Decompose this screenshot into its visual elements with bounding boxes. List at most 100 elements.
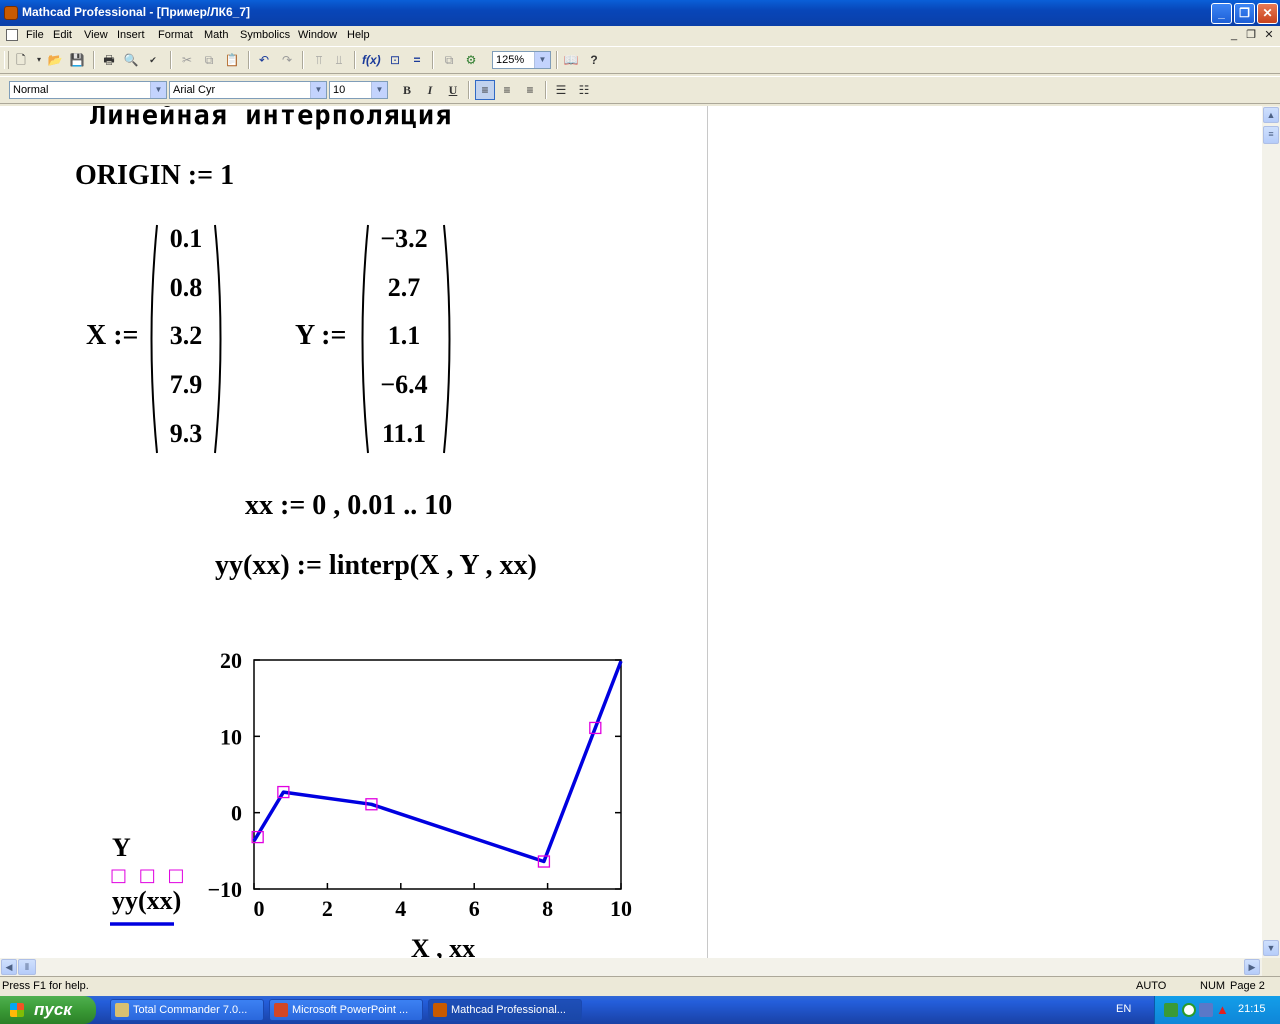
tray-status-icon[interactable] <box>1182 1003 1196 1017</box>
function-definition[interactable]: yy(xx) := linterp(X , Y , xx) <box>215 550 537 582</box>
y-value[interactable]: 11.1 <box>369 419 439 449</box>
bullets-icon[interactable]: ☰ <box>552 81 570 99</box>
y-value[interactable]: 2.7 <box>369 273 439 303</box>
minimize-button[interactable]: _ <box>1211 3 1232 24</box>
x-value[interactable]: 3.2 <box>151 321 221 351</box>
y-value[interactable]: −3.2 <box>369 224 439 254</box>
safely-remove-icon[interactable]: ▲ <box>1216 1003 1229 1017</box>
menu-file[interactable]: File <box>26 29 44 41</box>
menu-math[interactable]: Math <box>204 29 228 41</box>
numbering-icon[interactable]: ☷ <box>575 81 593 99</box>
legend-marker-sample: □ □ □ <box>110 865 187 886</box>
x-value[interactable]: 0.8 <box>151 273 221 303</box>
paste-icon[interactable]: 📋 <box>223 51 241 69</box>
insert-unit-icon[interactable]: ⊡ <box>386 51 404 69</box>
cut-icon[interactable]: ✂ <box>178 51 196 69</box>
doc-close-icon[interactable]: ✕ <box>1262 29 1276 42</box>
new-document-icon[interactable]: 🗋 <box>12 51 30 69</box>
x-value[interactable]: 9.3 <box>151 419 221 449</box>
underline-button[interactable]: U <box>444 81 462 99</box>
x-value[interactable]: 7.9 <box>151 370 221 400</box>
tray-app-icon[interactable] <box>1164 1003 1178 1017</box>
y-vector-label[interactable]: Y := <box>295 320 346 352</box>
mathcad-app-icon[interactable] <box>4 6 18 20</box>
insert-function-icon[interactable]: f(x) <box>362 51 381 69</box>
scroll-left-icon[interactable]: ◀ <box>1 959 17 975</box>
y-value[interactable]: 1.1 <box>369 321 439 351</box>
document-icon[interactable] <box>6 29 18 41</box>
chevron-down-icon[interactable]: ▼ <box>150 82 166 98</box>
menu-help[interactable]: Help <box>347 29 370 41</box>
menu-edit[interactable]: Edit <box>53 29 72 41</box>
worksheet-heading[interactable]: Линейная интерполяция <box>90 106 452 131</box>
network-icon[interactable] <box>1199 1003 1213 1017</box>
resource-center-icon[interactable]: 📖 <box>562 51 580 69</box>
separator <box>302 51 304 69</box>
close-button[interactable]: ✕ <box>1257 3 1278 24</box>
language-indicator[interactable]: EN <box>1116 1003 1131 1015</box>
align-center-icon[interactable]: ≡ <box>498 81 516 99</box>
task-powerpoint[interactable]: Microsoft PowerPoint ... <box>269 999 423 1021</box>
y-value[interactable]: −6.4 <box>369 370 439 400</box>
menu-format[interactable]: Format <box>158 29 193 41</box>
bold-button[interactable]: B <box>398 81 416 99</box>
menu-insert[interactable]: Insert <box>117 29 145 41</box>
restore-button[interactable]: ❐ <box>1234 3 1255 24</box>
plot-frame <box>253 659 622 890</box>
menu-symbolics[interactable]: Symbolics <box>240 29 290 41</box>
page-boundary <box>707 106 708 958</box>
task-mathcad[interactable]: Mathcad Professional... <box>428 999 582 1021</box>
style-select[interactable]: Normal ▼ <box>9 81 167 99</box>
scroll-up-icon[interactable]: ▲ <box>1263 107 1279 123</box>
undo-icon[interactable]: ↶ <box>255 51 273 69</box>
scroll-right-icon[interactable]: ▶ <box>1244 959 1260 975</box>
help-icon[interactable]: ? <box>585 51 603 69</box>
align-right-icon[interactable]: ≡ <box>521 81 539 99</box>
horizontal-scrollbar[interactable] <box>0 958 1262 976</box>
x-value[interactable]: 0.1 <box>151 224 221 254</box>
align-across-icon[interactable]: ⫪ <box>310 51 328 69</box>
doc-minimize-icon[interactable]: _ <box>1227 29 1241 42</box>
insert-component-icon[interactable]: ⧉ <box>440 51 458 69</box>
horizontal-scroll-thumb[interactable]: ⦀ <box>18 959 36 975</box>
y-tick-label: −10 <box>207 877 242 902</box>
calculate-icon[interactable]: = <box>408 51 426 69</box>
save-icon[interactable]: 💾 <box>68 51 86 69</box>
origin-definition[interactable]: ORIGIN := 1 <box>75 160 234 192</box>
chevron-down-icon[interactable]: ▼ <box>310 82 326 98</box>
worksheet[interactable]: Линейная интерполяция ORIGIN := 1 X := 0… <box>0 106 1262 958</box>
chevron-down-icon[interactable]: ▼ <box>371 82 387 98</box>
task-total-commander[interactable]: Total Commander 7.0... <box>110 999 264 1021</box>
print-preview-icon[interactable]: 🔍 <box>122 51 140 69</box>
chevron-down-icon[interactable]: ▼ <box>534 52 550 68</box>
italic-button[interactable]: I <box>421 81 439 99</box>
clock: 21:15 <box>1238 1003 1266 1015</box>
x-vector-label[interactable]: X := <box>86 320 139 352</box>
start-button[interactable]: пуск <box>0 996 96 1024</box>
align-down-icon[interactable]: ⫫ <box>330 51 348 69</box>
status-bar <box>0 976 1280 996</box>
run-icon[interactable]: ⚙ <box>462 51 480 69</box>
font-select[interactable]: Arial Cyr ▼ <box>169 81 327 99</box>
font-size-value: 10 <box>333 84 346 96</box>
print-icon[interactable]: 🖶 <box>100 51 118 69</box>
range-definition[interactable]: xx := 0 , 0.01 .. 10 <box>245 490 452 522</box>
status-calc-mode: AUTO <box>1136 980 1167 992</box>
toolbar-grip[interactable] <box>4 51 9 69</box>
vertical-scroll-thumb[interactable]: ≡ <box>1263 126 1279 144</box>
scroll-down-icon[interactable]: ▼ <box>1263 940 1279 956</box>
menu-window[interactable]: Window <box>298 29 337 41</box>
doc-restore-icon[interactable]: ❐ <box>1244 29 1258 42</box>
status-help-text: Press F1 for help. <box>2 980 89 992</box>
font-size-select[interactable]: 10 ▼ <box>329 81 388 99</box>
task-label: Total Commander 7.0... <box>133 1004 248 1016</box>
menu-view[interactable]: View <box>84 29 108 41</box>
xy-plot[interactable]: 0 2 4 6 8 10 20 10 0 −10 X , xx Y □ □ □ yy(xx) <box>100 636 660 958</box>
redo-icon[interactable]: ↷ <box>278 51 296 69</box>
zoom-select[interactable]: 125% ▼ <box>492 51 551 69</box>
open-icon[interactable]: 📂 <box>46 51 64 69</box>
align-left-icon[interactable]: ≡ <box>475 80 495 100</box>
vertical-scrollbar[interactable] <box>1262 106 1280 958</box>
spell-check-icon[interactable]: ✔ <box>144 51 162 69</box>
copy-icon[interactable]: ⧉ <box>200 51 218 69</box>
